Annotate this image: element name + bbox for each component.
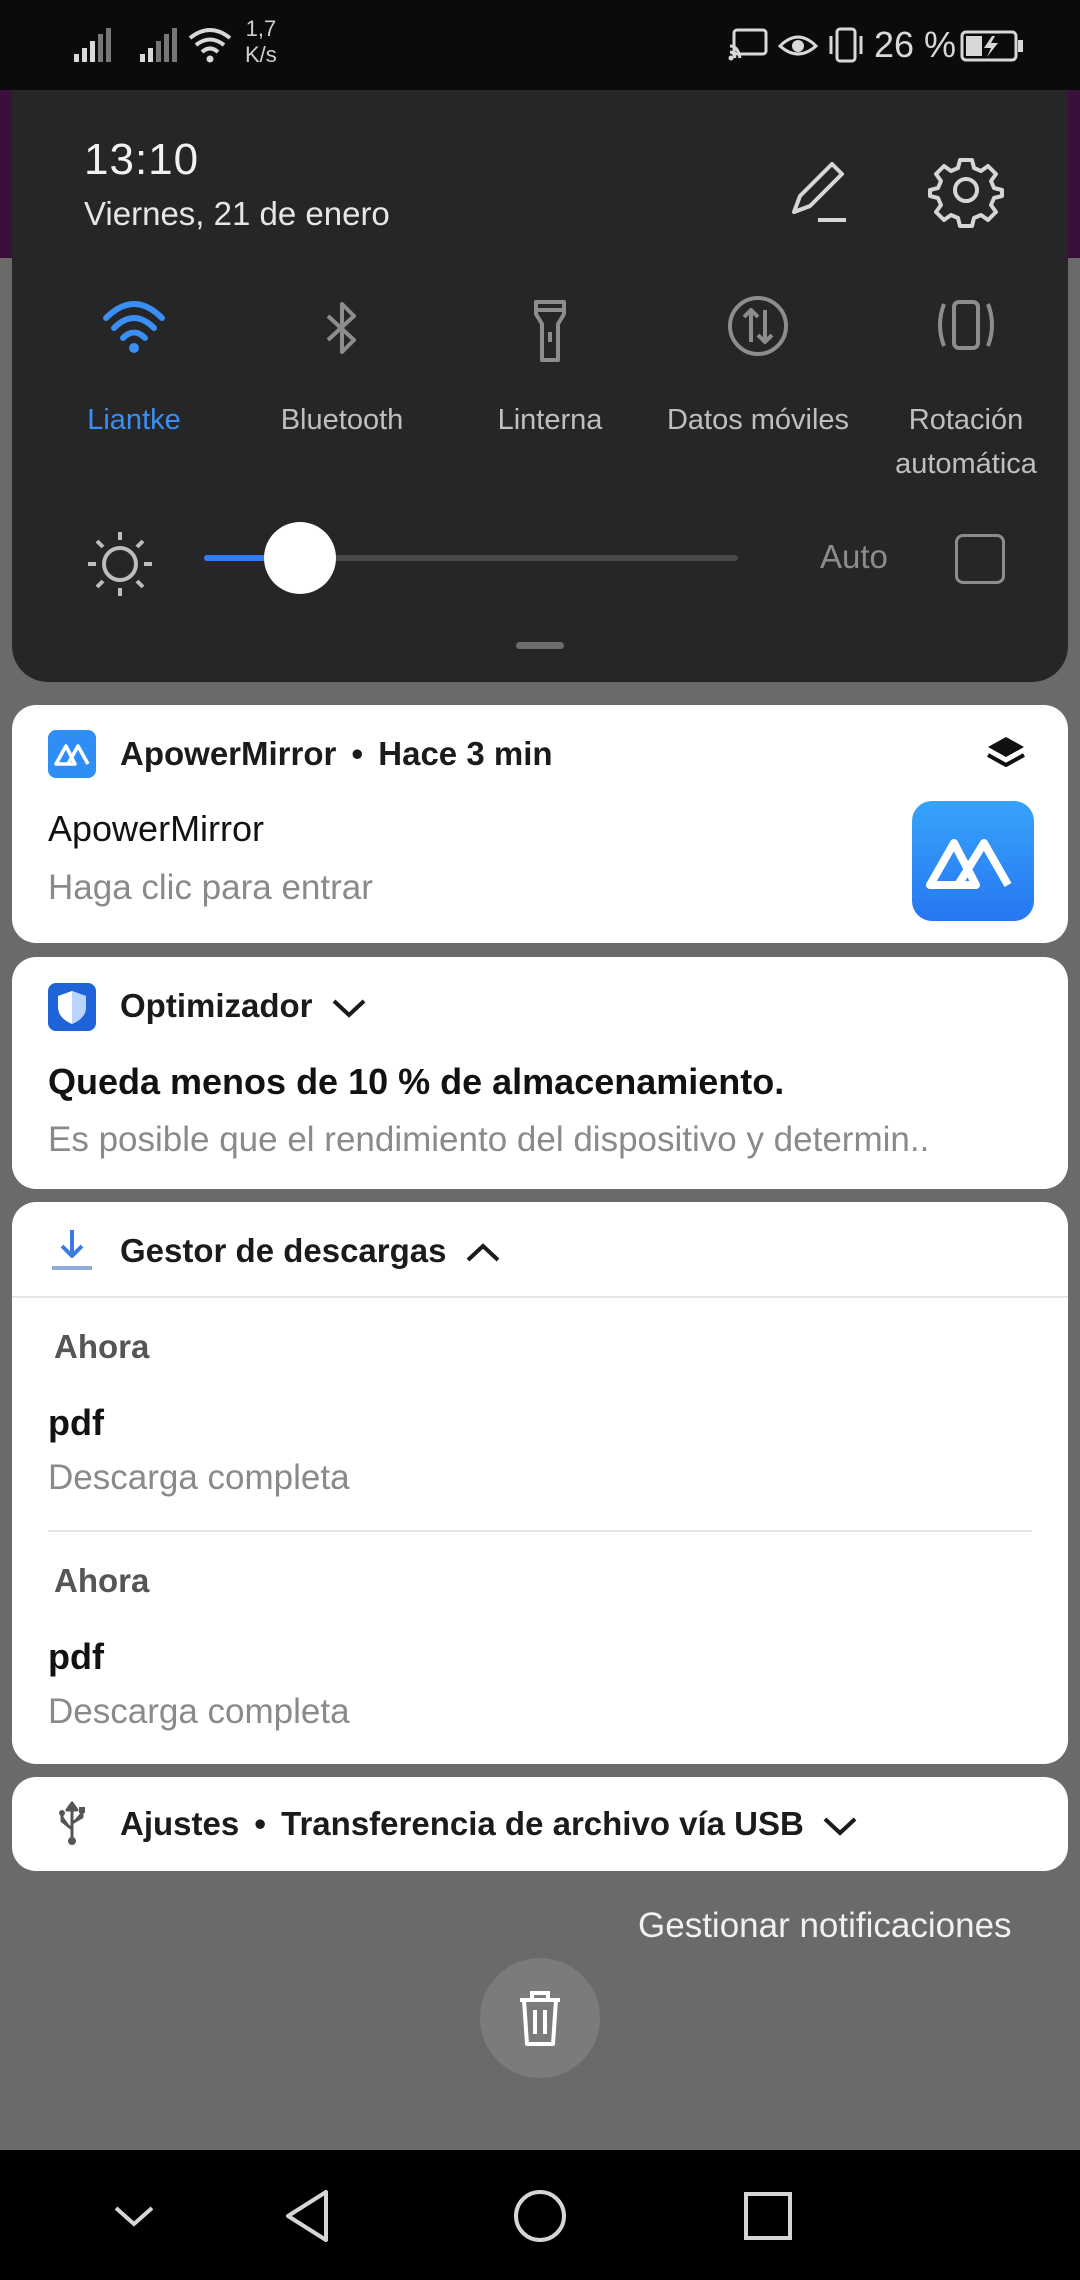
manage-notifications-link[interactable]: Gestionar notificaciones (638, 1906, 1012, 1946)
signal-icon (74, 28, 111, 62)
download-status: Descarga completa (48, 1692, 350, 1731)
edit-icon[interactable] (780, 152, 860, 232)
notification-header: Ajustes • Transferencia de archivo vía U… (120, 1805, 859, 1843)
download-title: pdf (48, 1402, 104, 1443)
quick-settings-panel: 13:10 Viernes, 21 de enero Liantke Bluet… (12, 90, 1068, 682)
tile-auto-rotate[interactable]: Rotación automática (862, 280, 1070, 500)
status-bar: 1,7 K/s 26 % (0, 0, 1080, 90)
tile-mobile-data-label: Datos móviles (666, 404, 850, 436)
notification-header: Optimizador (120, 987, 368, 1025)
tile-bluetooth[interactable]: Bluetooth (238, 280, 446, 500)
net-speed-value: 1,7 (245, 16, 277, 41)
flashlight-icon (534, 300, 566, 362)
apowermirror-app-icon (48, 730, 96, 778)
chevron-down-icon[interactable] (821, 1814, 859, 1838)
notification-text: Haga clic para entrar (48, 868, 373, 907)
download-time: Ahora (54, 1562, 150, 1599)
date[interactable]: Viernes, 21 de enero (84, 195, 390, 233)
notification-time: Hace 3 min (378, 735, 553, 772)
auto-brightness-checkbox[interactable] (955, 534, 1005, 584)
notification-title: ApowerMirror (48, 808, 265, 849)
tile-flashlight-label: Linterna (497, 404, 603, 436)
download-item[interactable]: Ahora pdf Descarga completa (12, 1532, 1068, 1764)
app-name: Gestor de descargas (120, 1232, 447, 1269)
back-icon[interactable] (274, 2180, 346, 2252)
vibrate-icon (829, 27, 863, 63)
chevron-up-icon[interactable] (464, 1241, 502, 1265)
tile-bluetooth-label: Bluetooth (280, 404, 404, 436)
brightness-slider[interactable] (204, 522, 738, 594)
notification-optimizer[interactable]: Optimizador Queda menos de 10 % de almac… (12, 957, 1068, 1189)
header-separator: • (351, 735, 364, 772)
tile-mobile-data[interactable]: Datos móviles (654, 280, 862, 500)
brightness-icon (88, 532, 152, 596)
home-icon[interactable] (504, 2180, 576, 2252)
tile-wifi[interactable]: Liantke (30, 280, 238, 500)
notification-text: Transferencia de archivo vía USB (281, 1805, 804, 1842)
notification-title: Queda menos de 10 % de almacenamiento. (48, 1061, 785, 1102)
recents-icon[interactable] (732, 2180, 804, 2252)
clear-all-button[interactable] (480, 1958, 600, 2078)
chevron-down-icon[interactable] (98, 2180, 170, 2252)
auto-brightness-label: Auto (820, 538, 888, 575)
notification-downloads[interactable]: Gestor de descargas Ahora pdf Descarga c… (12, 1202, 1068, 1764)
notification-text: Es posible que el rendimiento del dispos… (48, 1120, 930, 1159)
header-separator: • (254, 1805, 266, 1842)
app-name: Optimizador (120, 987, 313, 1024)
download-item[interactable]: Ahora pdf Descarga completa (12, 1298, 1068, 1530)
cast-icon (728, 28, 768, 61)
download-status: Descarga completa (48, 1458, 350, 1497)
shield-icon (48, 983, 96, 1031)
auto-rotate-icon (938, 300, 994, 350)
wifi-icon (103, 301, 165, 353)
mobile-data-icon (728, 296, 788, 356)
navigation-bar (0, 2150, 1080, 2280)
tile-flashlight[interactable]: Linterna (446, 280, 654, 500)
download-time: Ahora (54, 1328, 150, 1365)
tile-wifi-label: Liantke (87, 404, 181, 436)
download-title: pdf (48, 1636, 104, 1677)
app-name: Ajustes (120, 1805, 240, 1842)
bluetooth-icon (326, 302, 356, 354)
clock[interactable]: 13:10 (84, 135, 199, 185)
net-speed: 1,7 K/s (245, 16, 277, 68)
notification-header: Gestor de descargas (120, 1232, 502, 1270)
layers-icon[interactable] (984, 731, 1028, 775)
notification-apowermirror[interactable]: ApowerMirror • Hace 3 min ApowerMirror H… (12, 705, 1068, 943)
notification-header: ApowerMirror • Hace 3 min (120, 735, 553, 773)
net-speed-unit: K/s (245, 42, 277, 67)
battery-charging-icon (960, 30, 1023, 62)
app-name: ApowerMirror (120, 735, 337, 772)
panel-drag-handle[interactable] (516, 642, 564, 649)
tile-auto-rotate-label: Rotación automática (895, 404, 1037, 480)
notification-usb[interactable]: Ajustes • Transferencia de archivo vía U… (12, 1777, 1068, 1871)
brightness-slider-thumb[interactable] (264, 522, 337, 594)
eye-comfort-icon (778, 35, 818, 56)
gear-icon[interactable] (924, 148, 1008, 232)
battery-percent: 26 % (874, 24, 957, 65)
usb-icon (59, 1801, 85, 1845)
signal-icon-2 (140, 28, 177, 62)
wifi-status-icon (188, 28, 232, 63)
chevron-down-icon[interactable] (330, 996, 368, 1020)
apowermirror-large-icon (912, 801, 1034, 921)
download-icon (52, 1230, 92, 1270)
trash-icon (520, 1991, 560, 2046)
